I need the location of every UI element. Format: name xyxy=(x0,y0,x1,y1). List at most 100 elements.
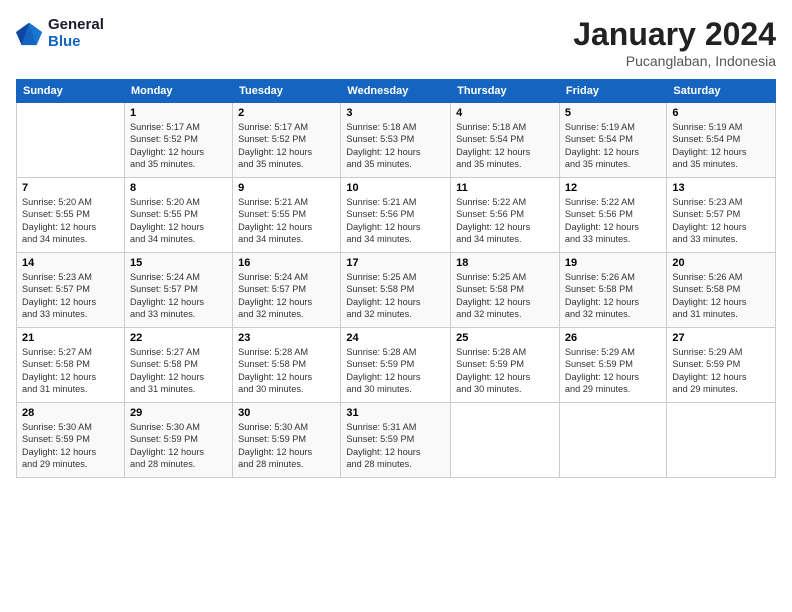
day-info: Sunrise: 5:25 AM Sunset: 5:58 PM Dayligh… xyxy=(456,271,554,321)
day-number: 13 xyxy=(672,182,770,194)
calendar-title: January 2024 xyxy=(573,16,776,53)
col-friday: Friday xyxy=(559,80,666,103)
day-info: Sunrise: 5:17 AM Sunset: 5:52 PM Dayligh… xyxy=(130,121,227,171)
day-info: Sunrise: 5:22 AM Sunset: 5:56 PM Dayligh… xyxy=(456,196,554,246)
day-number: 20 xyxy=(672,257,770,269)
calendar-subtitle: Pucanglaban, Indonesia xyxy=(573,53,776,69)
col-sunday: Sunday xyxy=(17,80,125,103)
day-cell: 12Sunrise: 5:22 AM Sunset: 5:56 PM Dayli… xyxy=(559,178,666,253)
day-number: 15 xyxy=(130,257,227,269)
day-info: Sunrise: 5:25 AM Sunset: 5:58 PM Dayligh… xyxy=(346,271,445,321)
day-number: 7 xyxy=(22,182,119,194)
day-number: 25 xyxy=(456,332,554,344)
day-info: Sunrise: 5:28 AM Sunset: 5:58 PM Dayligh… xyxy=(238,346,335,396)
day-number: 23 xyxy=(238,332,335,344)
day-number: 29 xyxy=(130,407,227,419)
day-info: Sunrise: 5:17 AM Sunset: 5:52 PM Dayligh… xyxy=(238,121,335,171)
day-cell: 5 Sunrise: 5:19 AM Sunset: 5:54 PM Daylig… xyxy=(559,103,666,178)
col-saturday: Saturday xyxy=(667,80,776,103)
day-cell: 2 Sunrise: 5:17 AM Sunset: 5:52 PM Daylig… xyxy=(233,103,341,178)
day-number: 3 xyxy=(346,107,445,119)
day-number: 30 xyxy=(238,407,335,419)
week-row-5: 28Sunrise: 5:30 AM Sunset: 5:59 PM Dayli… xyxy=(17,403,776,478)
day-number: 31 xyxy=(346,407,445,419)
day-info: Sunrise: 5:21 AM Sunset: 5:56 PM Dayligh… xyxy=(346,196,445,246)
day-info: Sunrise: 5:26 AM Sunset: 5:58 PM Dayligh… xyxy=(565,271,661,321)
day-cell: 21 Sunrise: 5:27 AM Sunset: 5:58 PM Dayli… xyxy=(17,328,125,403)
day-number: 11 xyxy=(456,182,554,194)
day-info: Sunrise: 5:22 AM Sunset: 5:56 PM Dayligh… xyxy=(565,196,661,246)
day-cell: 22 Sunrise: 5:27 AM Sunset: 5:58 PM Dayli… xyxy=(124,328,232,403)
day-cell: 23 Sunrise: 5:28 AM Sunset: 5:58 PM Dayli… xyxy=(233,328,341,403)
header-row: Sunday Monday Tuesday Wednesday Thursday… xyxy=(17,80,776,103)
day-cell: 20 Sunrise: 5:26 AM Sunset: 5:58 PM Dayli… xyxy=(667,253,776,328)
title-block: January 2024 Pucanglaban, Indonesia xyxy=(573,16,776,69)
day-cell: 30Sunrise: 5:30 AM Sunset: 5:59 PM Dayli… xyxy=(233,403,341,478)
day-info: Sunrise: 5:24 AM Sunset: 5:57 PM Dayligh… xyxy=(130,271,227,321)
day-cell: 29Sunrise: 5:30 AM Sunset: 5:59 PM Dayli… xyxy=(124,403,232,478)
day-cell: 6 Sunrise: 5:19 AM Sunset: 5:54 PM Daylig… xyxy=(667,103,776,178)
day-number: 6 xyxy=(672,107,770,119)
day-number: 27 xyxy=(672,332,770,344)
day-number: 14 xyxy=(22,257,119,269)
day-number: 5 xyxy=(565,107,661,119)
logo: General Blue xyxy=(16,16,104,50)
week-row-3: 14 Sunrise: 5:23 AM Sunset: 5:57 PM Dayli… xyxy=(17,253,776,328)
day-number: 16 xyxy=(238,257,335,269)
col-tuesday: Tuesday xyxy=(233,80,341,103)
day-cell: 27 Sunrise: 5:29 AM Sunset: 5:59 PM Dayli… xyxy=(667,328,776,403)
day-info: Sunrise: 5:20 AM Sunset: 5:55 PM Dayligh… xyxy=(22,196,119,246)
day-info: Sunrise: 5:18 AM Sunset: 5:54 PM Dayligh… xyxy=(456,121,554,171)
logo-icon xyxy=(16,19,44,47)
day-cell: 26 Sunrise: 5:29 AM Sunset: 5:59 PM Dayli… xyxy=(559,328,666,403)
day-cell: 18Sunrise: 5:25 AM Sunset: 5:58 PM Dayli… xyxy=(451,253,560,328)
day-cell: 31Sunrise: 5:31 AM Sunset: 5:59 PM Dayli… xyxy=(341,403,451,478)
day-cell xyxy=(667,403,776,478)
day-number: 9 xyxy=(238,182,335,194)
day-info: Sunrise: 5:29 AM Sunset: 5:59 PM Dayligh… xyxy=(565,346,661,396)
day-info: Sunrise: 5:30 AM Sunset: 5:59 PM Dayligh… xyxy=(22,421,119,471)
week-row-1: 1Sunrise: 5:17 AM Sunset: 5:52 PM Daylig… xyxy=(17,103,776,178)
day-info: Sunrise: 5:29 AM Sunset: 5:59 PM Dayligh… xyxy=(672,346,770,396)
day-cell: 16 Sunrise: 5:24 AM Sunset: 5:57 PM Dayli… xyxy=(233,253,341,328)
day-number: 26 xyxy=(565,332,661,344)
day-number: 17 xyxy=(346,257,445,269)
day-cell: 13 Sunrise: 5:23 AM Sunset: 5:57 PM Dayli… xyxy=(667,178,776,253)
day-info: Sunrise: 5:21 AM Sunset: 5:55 PM Dayligh… xyxy=(238,196,335,246)
day-info: Sunrise: 5:28 AM Sunset: 5:59 PM Dayligh… xyxy=(346,346,445,396)
day-cell xyxy=(451,403,560,478)
day-number: 24 xyxy=(346,332,445,344)
day-info: Sunrise: 5:20 AM Sunset: 5:55 PM Dayligh… xyxy=(130,196,227,246)
day-number: 19 xyxy=(565,257,661,269)
day-cell xyxy=(559,403,666,478)
day-cell: 17 Sunrise: 5:25 AM Sunset: 5:58 PM Dayli… xyxy=(341,253,451,328)
day-cell: 24 Sunrise: 5:28 AM Sunset: 5:59 PM Dayli… xyxy=(341,328,451,403)
day-info: Sunrise: 5:28 AM Sunset: 5:59 PM Dayligh… xyxy=(456,346,554,396)
day-number: 2 xyxy=(238,107,335,119)
col-wednesday: Wednesday xyxy=(341,80,451,103)
day-info: Sunrise: 5:19 AM Sunset: 5:54 PM Dayligh… xyxy=(672,121,770,171)
week-row-4: 21 Sunrise: 5:27 AM Sunset: 5:58 PM Dayli… xyxy=(17,328,776,403)
calendar-table: Sunday Monday Tuesday Wednesday Thursday… xyxy=(16,79,776,478)
day-info: Sunrise: 5:23 AM Sunset: 5:57 PM Dayligh… xyxy=(22,271,119,321)
day-info: Sunrise: 5:27 AM Sunset: 5:58 PM Dayligh… xyxy=(22,346,119,396)
day-number: 22 xyxy=(130,332,227,344)
day-cell: 11 Sunrise: 5:22 AM Sunset: 5:56 PM Dayli… xyxy=(451,178,560,253)
day-cell: 19 Sunrise: 5:26 AM Sunset: 5:58 PM Dayli… xyxy=(559,253,666,328)
header: General Blue January 2024 Pucanglaban, I… xyxy=(16,16,776,69)
day-info: Sunrise: 5:27 AM Sunset: 5:58 PM Dayligh… xyxy=(130,346,227,396)
day-cell: 9 Sunrise: 5:21 AM Sunset: 5:55 PM Daylig… xyxy=(233,178,341,253)
day-info: Sunrise: 5:23 AM Sunset: 5:57 PM Dayligh… xyxy=(672,196,770,246)
day-info: Sunrise: 5:26 AM Sunset: 5:58 PM Dayligh… xyxy=(672,271,770,321)
day-cell: 8 Sunrise: 5:20 AM Sunset: 5:55 PM Daylig… xyxy=(124,178,232,253)
page: General Blue January 2024 Pucanglaban, I… xyxy=(0,0,792,612)
day-info: Sunrise: 5:19 AM Sunset: 5:54 PM Dayligh… xyxy=(565,121,661,171)
day-number: 21 xyxy=(22,332,119,344)
day-info: Sunrise: 5:24 AM Sunset: 5:57 PM Dayligh… xyxy=(238,271,335,321)
day-cell xyxy=(17,103,125,178)
day-cell: 1Sunrise: 5:17 AM Sunset: 5:52 PM Daylig… xyxy=(124,103,232,178)
col-monday: Monday xyxy=(124,80,232,103)
day-cell: 28Sunrise: 5:30 AM Sunset: 5:59 PM Dayli… xyxy=(17,403,125,478)
day-cell: 14 Sunrise: 5:23 AM Sunset: 5:57 PM Dayli… xyxy=(17,253,125,328)
day-number: 8 xyxy=(130,182,227,194)
